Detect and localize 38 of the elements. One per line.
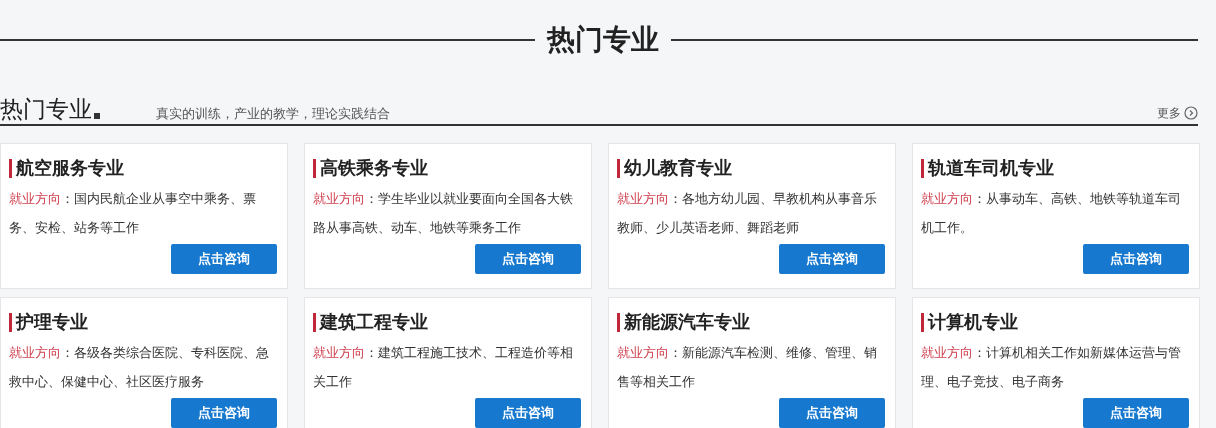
consult-button[interactable]: 点击咨询 — [475, 244, 581, 274]
card-title: 建筑工程专业 — [320, 310, 428, 334]
square-icon — [94, 113, 100, 119]
section-title: 热门专业 — [0, 98, 92, 121]
arrow-circle-icon[interactable] — [1184, 106, 1198, 120]
consult-button[interactable]: 点击咨询 — [1083, 398, 1189, 428]
card-description: 就业方向：国内民航企业从事空中乘务、票务、安检、站务等工作 — [9, 190, 257, 237]
card-description: 就业方向：建筑工程施工技术、工程造价等相关工作 — [313, 344, 574, 391]
card-title: 高铁乘务专业 — [320, 156, 428, 180]
consult-button[interactable]: 点击咨询 — [171, 398, 277, 428]
more-link[interactable]: 更多 — [1157, 107, 1181, 119]
accent-bar — [313, 312, 316, 332]
card-title: 计算机专业 — [928, 310, 1018, 334]
page-title: 热门专业 — [545, 22, 660, 58]
card-title: 护理专业 — [16, 310, 88, 334]
consult-button[interactable]: 点击咨询 — [779, 244, 885, 274]
accent-bar — [9, 312, 12, 332]
consult-button[interactable]: 点击咨询 — [475, 398, 581, 428]
card-description: 就业方向：学生毕业以就业要面向全国各大铁路从事高铁、动车、地铁等乘务工作 — [313, 190, 574, 237]
accent-bar — [617, 312, 620, 332]
card-title: 航空服务专业 — [16, 156, 124, 180]
accent-bar — [313, 158, 316, 178]
card-title: 幼儿教育专业 — [624, 156, 732, 180]
consult-button[interactable]: 点击咨询 — [1083, 244, 1189, 274]
accent-bar — [921, 158, 924, 178]
card-description: 就业方向：新能源汽车检测、维修、管理、销售等相关工作 — [617, 344, 878, 391]
section-subtitle: 真实的训练，产业的教学，理论实践结合 — [156, 107, 390, 120]
accent-bar — [617, 158, 620, 178]
consult-button[interactable]: 点击咨询 — [779, 398, 885, 428]
card-title: 轨道车司机专业 — [928, 156, 1054, 180]
accent-bar — [9, 158, 12, 178]
card-description: 就业方向：计算机相关工作如新媒体运营与管理、电子竞技、电子商务 — [921, 344, 1182, 391]
card-description: 就业方向：各地方幼儿园、早教机构从事音乐教师、少儿英语老师、舞蹈老师 — [617, 190, 878, 237]
card-description: 就业方向：从事动车、高铁、地铁等轨道车司机工作。 — [921, 190, 1182, 237]
card-title: 新能源汽车专业 — [624, 310, 750, 334]
accent-bar — [921, 312, 924, 332]
card-description: 就业方向：各级各类综合医院、专科医院、急救中心、保健中心、社区医疗服务 — [9, 344, 270, 391]
consult-button[interactable]: 点击咨询 — [171, 244, 277, 274]
